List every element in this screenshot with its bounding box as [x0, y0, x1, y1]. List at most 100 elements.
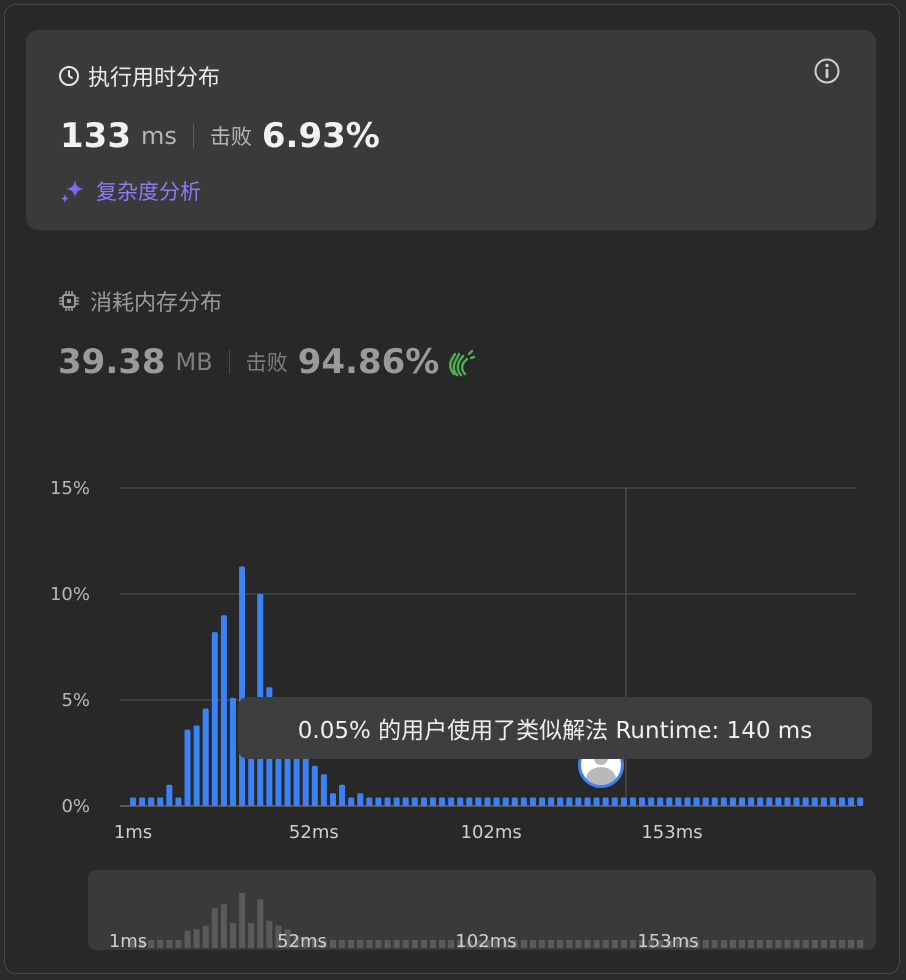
runtime-bar[interactable]	[839, 797, 846, 806]
runtime-bar[interactable]	[502, 797, 509, 806]
runtime-bar[interactable]	[157, 797, 164, 806]
complexity-link-label[interactable]: 复杂度分析	[96, 176, 201, 206]
y-tick-label: 0%	[61, 796, 90, 817]
overview-bar	[211, 908, 218, 948]
runtime-distribution-chart[interactable]: 0% 5% 10% 15% 1ms 52ms 102ms 153ms	[0, 470, 906, 850]
runtime-bar[interactable]	[211, 632, 218, 806]
runtime-bar[interactable]	[393, 797, 400, 806]
runtime-bar[interactable]	[493, 797, 500, 806]
runtime-bar[interactable]	[539, 797, 546, 806]
runtime-bar[interactable]	[657, 797, 664, 806]
runtime-bar[interactable]	[566, 797, 573, 806]
runtime-stats: 133 ms 击败 6.93%	[60, 116, 380, 156]
runtime-bar[interactable]	[375, 797, 382, 806]
info-icon[interactable]	[812, 56, 842, 86]
runtime-bar[interactable]	[829, 797, 836, 806]
runtime-bar[interactable]	[339, 784, 346, 806]
runtime-bar[interactable]	[475, 797, 482, 806]
runtime-bar[interactable]	[748, 797, 755, 806]
runtime-bar[interactable]	[457, 797, 464, 806]
runtime-bar[interactable]	[484, 797, 491, 806]
runtime-bar[interactable]	[229, 697, 236, 806]
overview-bar	[184, 930, 191, 948]
runtime-bar[interactable]	[820, 797, 827, 806]
runtime-bar[interactable]	[439, 797, 446, 806]
runtime-bar[interactable]	[557, 797, 564, 806]
runtime-bar[interactable]	[520, 797, 527, 806]
overview-bar	[729, 940, 736, 948]
chart-bars[interactable]	[130, 566, 864, 806]
memory-header: 消耗内存分布	[58, 285, 222, 317]
overview-bar	[720, 940, 727, 948]
runtime-bar[interactable]	[130, 797, 136, 806]
runtime-bar[interactable]	[611, 797, 618, 806]
runtime-bar[interactable]	[429, 797, 436, 806]
runtime-bar[interactable]	[784, 797, 791, 806]
runtime-bar[interactable]	[220, 615, 227, 806]
chart-range-overview[interactable]: 1ms 52ms 102ms 153ms	[88, 870, 876, 950]
runtime-bar[interactable]	[693, 797, 700, 806]
runtime-bar[interactable]	[766, 797, 773, 806]
runtime-bar[interactable]	[466, 797, 473, 806]
overview-bar	[193, 929, 200, 948]
runtime-bar[interactable]	[793, 797, 800, 806]
runtime-bar[interactable]	[193, 725, 200, 806]
overview-bar	[784, 940, 791, 948]
runtime-bar[interactable]	[775, 797, 782, 806]
runtime-bar[interactable]	[639, 797, 646, 806]
runtime-bar[interactable]	[575, 797, 582, 806]
runtime-bar[interactable]	[593, 797, 600, 806]
memory-stats: 39.38 MB 击败 94.86%	[58, 342, 477, 382]
runtime-bar[interactable]	[711, 797, 718, 806]
runtime-bar[interactable]	[311, 765, 318, 806]
runtime-bar[interactable]	[366, 797, 373, 806]
y-tick-label: 15%	[50, 478, 90, 499]
runtime-bar[interactable]	[411, 797, 418, 806]
runtime-bar[interactable]	[402, 797, 409, 806]
runtime-card[interactable]: 执行用时分布 133 ms 击败 6.93% 复杂度分析	[26, 30, 876, 230]
runtime-bar[interactable]	[239, 566, 246, 806]
runtime-bar[interactable]	[320, 774, 327, 806]
overview-bar	[429, 940, 436, 948]
runtime-bar[interactable]	[684, 797, 691, 806]
runtime-bar[interactable]	[384, 797, 391, 806]
runtime-bar[interactable]	[148, 797, 155, 806]
runtime-bar[interactable]	[757, 797, 764, 806]
runtime-bar[interactable]	[584, 797, 591, 806]
runtime-bar[interactable]	[675, 797, 682, 806]
runtime-bar[interactable]	[184, 729, 191, 806]
complexity-analysis-link[interactable]: 复杂度分析	[58, 176, 201, 206]
runtime-bar[interactable]	[629, 797, 636, 806]
runtime-bar[interactable]	[848, 797, 855, 806]
overview-tick-label: 153ms	[637, 931, 698, 950]
runtime-bar[interactable]	[175, 797, 182, 806]
runtime-bar[interactable]	[666, 797, 673, 806]
runtime-bar[interactable]	[302, 757, 309, 806]
runtime-bar[interactable]	[420, 797, 427, 806]
overview-bar	[402, 940, 409, 948]
runtime-bar[interactable]	[802, 797, 809, 806]
overview-minimap[interactable]: 1ms 52ms 102ms 153ms	[88, 870, 876, 950]
runtime-bar[interactable]	[529, 797, 536, 806]
runtime-bar[interactable]	[739, 797, 746, 806]
runtime-bar[interactable]	[448, 797, 455, 806]
runtime-bar[interactable]	[357, 793, 364, 806]
runtime-bar[interactable]	[648, 797, 655, 806]
runtime-bar[interactable]	[548, 797, 555, 806]
runtime-bar[interactable]	[702, 797, 709, 806]
runtime-bar[interactable]	[348, 797, 355, 806]
runtime-bar[interactable]	[139, 797, 146, 806]
runtime-bar[interactable]	[166, 784, 173, 806]
runtime-bar[interactable]	[811, 797, 818, 806]
runtime-beat-label: 击败	[209, 125, 252, 149]
runtime-bar[interactable]	[202, 708, 209, 806]
runtime-bar[interactable]	[720, 797, 727, 806]
runtime-bar[interactable]	[293, 750, 300, 806]
runtime-bar[interactable]	[729, 797, 736, 806]
runtime-bar[interactable]	[511, 797, 518, 806]
tooltip-text: 0.05% 的用户使用了类似解法 Runtime: 140 ms	[297, 718, 813, 744]
runtime-bar[interactable]	[620, 797, 627, 806]
runtime-bar[interactable]	[329, 793, 336, 806]
runtime-bar[interactable]	[857, 797, 864, 806]
runtime-bar[interactable]	[602, 797, 609, 806]
